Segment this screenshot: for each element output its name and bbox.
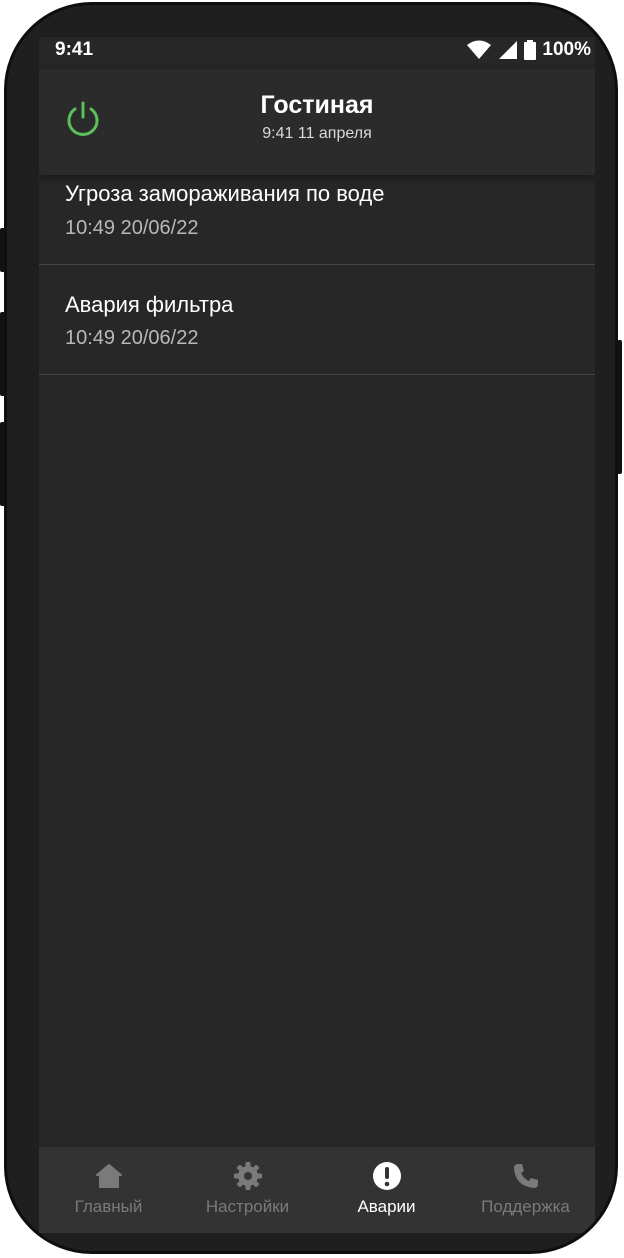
nav-label-alarms: Аварии [357, 1197, 416, 1216]
nav-item-support[interactable]: Поддержка [456, 1147, 595, 1233]
side-button-left [0, 422, 5, 506]
alarm-time: 10:49 20/06/22 [65, 217, 199, 239]
nav-item-home[interactable]: Главный [39, 1147, 178, 1233]
app-header: Гостиная 9:41 11 апреля [39, 69, 595, 175]
page-subtitle: 9:41 11 апреля [262, 125, 372, 142]
signal-icon [499, 41, 518, 59]
battery-icon [524, 40, 537, 60]
alarm-time: 10:49 20/06/22 [65, 327, 199, 349]
bottom-nav: Главный Настройки Аварии Поддержка [39, 1147, 595, 1233]
page-title: Гостиная [260, 91, 374, 119]
alarm-title: Угроза замораживания по воде [65, 181, 385, 206]
alarm-list: Угроза замораживания по воде 10:49 20/06… [39, 175, 595, 375]
wifi-icon [467, 40, 492, 59]
nav-label-support: Поддержка [481, 1197, 570, 1216]
volume-up-button [0, 228, 5, 272]
nav-item-settings[interactable]: Настройки [178, 1147, 317, 1233]
status-icons: 100% [466, 39, 591, 61]
nav-label-home: Главный [74, 1197, 143, 1216]
power-side-button [617, 340, 622, 474]
app-screen: 9:41 100% Гостиная 9:41 11 апреля Угроза… [39, 37, 595, 1233]
alert-icon [372, 1162, 401, 1190]
nav-label-settings: Настройки [205, 1197, 290, 1216]
status-time: 9:41 [55, 39, 94, 60]
gear-icon [233, 1162, 262, 1190]
list-item[interactable]: Угроза замораживания по воде 10:49 20/06… [39, 175, 595, 265]
phone-frame: 9:41 100% Гостиная 9:41 11 апреля Угроза… [4, 2, 618, 1254]
alarm-title: Авария фильтра [65, 292, 234, 317]
status-bar: 9:41 100% [39, 37, 595, 65]
home-icon [95, 1164, 122, 1188]
battery-percent: 100% [542, 39, 591, 60]
volume-down-button [0, 312, 5, 396]
nav-item-alarms[interactable]: Аварии [317, 1147, 456, 1233]
list-item[interactable]: Авария фильтра 10:49 20/06/22 [39, 265, 595, 375]
phone-icon [513, 1164, 538, 1188]
